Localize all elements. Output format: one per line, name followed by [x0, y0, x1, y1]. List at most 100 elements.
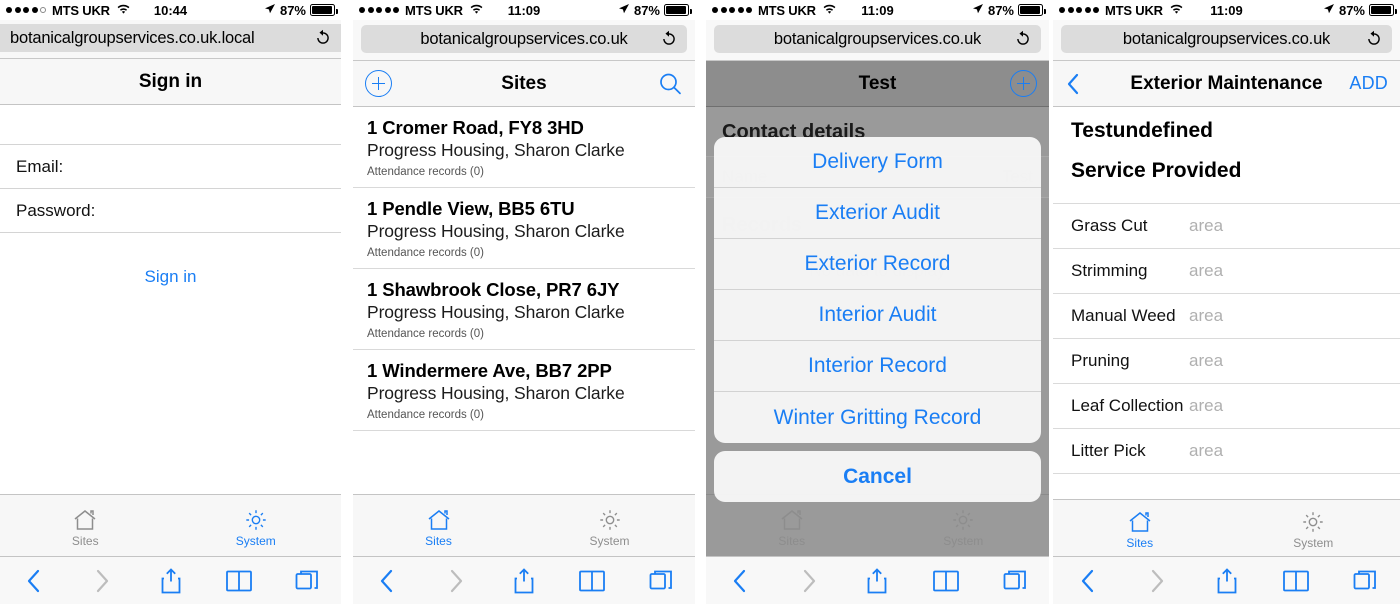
- tab-system[interactable]: System: [524, 495, 695, 556]
- site-attendance-count: Attendance records (0): [367, 247, 484, 259]
- service-area-input[interactable]: [1189, 351, 1400, 371]
- url-field[interactable]: botanicalgroupservices.co.uk: [714, 25, 1041, 53]
- list-item[interactable]: 1 Cromer Road, FY8 3HD Progress Housing,…: [353, 107, 695, 188]
- record-header: Testundefined Service Provided: [1053, 107, 1400, 183]
- service-area-input[interactable]: [1189, 441, 1400, 461]
- service-row-grass-cut[interactable]: Grass Cut: [1053, 204, 1400, 249]
- status-bar: MTS UKR 11:09 87%: [353, 0, 695, 20]
- carrier-name: MTS UKR: [52, 2, 110, 18]
- tabs-icon[interactable]: [273, 568, 341, 594]
- service-rows: Grass Cut Strimming Manual Weed Pruning …: [1053, 203, 1400, 474]
- wifi-icon: [469, 3, 484, 18]
- tab-system[interactable]: System: [1227, 500, 1400, 556]
- battery-percent: 87%: [1338, 2, 1365, 18]
- service-area-input[interactable]: [1189, 216, 1400, 236]
- reload-icon[interactable]: [660, 30, 678, 48]
- status-bar-left: MTS UKR: [712, 3, 837, 18]
- cancel-button[interactable]: Cancel: [714, 451, 1041, 502]
- safari-toolbar: [353, 556, 695, 604]
- book-icon[interactable]: [558, 568, 626, 594]
- service-row-manual-weed[interactable]: Manual Weed: [1053, 294, 1400, 339]
- screenshot-stage: MTS UKR 10:44 87% botanicalgroupservices…: [0, 0, 1400, 604]
- battery-icon: [664, 4, 692, 16]
- url-field[interactable]: botanicalgroupservices.co.uk.local: [0, 24, 341, 52]
- carrier-name: MTS UKR: [405, 2, 463, 18]
- tab-sites[interactable]: Sites: [1053, 500, 1227, 556]
- browser-back-button[interactable]: [706, 567, 775, 595]
- add-button[interactable]: ADD: [1349, 73, 1388, 94]
- carrier-name: MTS UKR: [758, 2, 816, 18]
- email-input[interactable]: [69, 156, 325, 177]
- url-text: botanicalgroupservices.co.uk: [1122, 29, 1331, 48]
- list-item[interactable]: 1 Pendle View, BB5 6TU Progress Housing,…: [353, 188, 695, 269]
- share-icon[interactable]: [490, 567, 558, 595]
- site-address: 1 Cromer Road, FY8 3HD: [367, 117, 584, 138]
- email-field-row[interactable]: Email:: [0, 145, 341, 189]
- tab-sites-label: Sites: [71, 533, 99, 548]
- tab-system[interactable]: System: [171, 495, 342, 556]
- safari-toolbar: [706, 556, 1049, 604]
- tab-sites[interactable]: Sites: [0, 495, 171, 556]
- book-icon[interactable]: [1261, 568, 1330, 594]
- signal-strength-dots: [1059, 7, 1099, 13]
- reload-icon[interactable]: [1014, 30, 1032, 48]
- panel-gutter-1: [341, 0, 353, 604]
- service-label: Grass Cut: [1071, 216, 1148, 235]
- list-item[interactable]: 1 Shawbrook Close, PR7 6JY Progress Hous…: [353, 269, 695, 350]
- url-field[interactable]: botanicalgroupservices.co.uk: [361, 25, 687, 53]
- tabs-icon[interactable]: [980, 568, 1049, 594]
- site-attendance-count: Attendance records (0): [367, 328, 484, 340]
- app-navbar: Sign in: [0, 59, 341, 105]
- page-title: Sign in: [138, 70, 203, 92]
- url-field[interactable]: botanicalgroupservices.co.uk: [1061, 25, 1392, 53]
- service-row-litter-pick[interactable]: Litter Pick: [1053, 429, 1400, 474]
- book-icon[interactable]: [205, 568, 273, 594]
- tab-system-label: System: [589, 533, 630, 548]
- sheet-option-interior-record[interactable]: Interior Record: [714, 341, 1041, 392]
- battery-icon: [1018, 4, 1046, 16]
- battery-icon: [310, 4, 338, 16]
- record-spacer: [1053, 183, 1400, 203]
- tab-sites[interactable]: Sites: [353, 495, 524, 556]
- password-field-row[interactable]: Password:: [0, 189, 341, 233]
- service-row-leaf-collection[interactable]: Leaf Collection: [1053, 384, 1400, 429]
- list-item[interactable]: 1 Windermere Ave, BB7 2PP Progress Housi…: [353, 350, 695, 431]
- reload-icon[interactable]: [1365, 30, 1383, 48]
- back-button[interactable]: [1065, 71, 1089, 97]
- tabs-icon[interactable]: [627, 568, 695, 594]
- browser-back-button[interactable]: [353, 567, 421, 595]
- sheet-option-exterior-record[interactable]: Exterior Record: [714, 239, 1041, 290]
- service-area-input[interactable]: [1189, 396, 1400, 416]
- sheet-option-winter-gritting-record[interactable]: Winter Gritting Record: [714, 392, 1041, 443]
- battery-percent: 87%: [279, 2, 306, 18]
- search-button[interactable]: [657, 71, 683, 97]
- password-input[interactable]: [101, 200, 325, 221]
- tab-sites[interactable]: Sites: [706, 495, 878, 556]
- book-icon[interactable]: [912, 568, 981, 594]
- panel-gutter-2: [695, 0, 706, 604]
- reload-icon[interactable]: [314, 29, 332, 47]
- signal-strength-dots: [359, 7, 399, 13]
- service-row-pruning[interactable]: Pruning: [1053, 339, 1400, 384]
- share-icon[interactable]: [843, 567, 912, 595]
- browser-back-button[interactable]: [0, 567, 68, 595]
- safari-urlbar-container: botanicalgroupservices.co.uk: [1053, 20, 1400, 61]
- record-heading: Testundefined: [1071, 119, 1213, 142]
- sign-in-button[interactable]: Sign in: [145, 267, 197, 286]
- status-bar: MTS UKR 11:09 87%: [706, 0, 1049, 20]
- service-area-input[interactable]: [1189, 306, 1400, 326]
- site-client: Progress Housing, Sharon Clarke: [367, 140, 625, 160]
- tabs-icon[interactable]: [1331, 568, 1400, 594]
- service-area-input[interactable]: [1189, 261, 1400, 281]
- share-icon[interactable]: [136, 567, 204, 595]
- share-icon[interactable]: [1192, 567, 1261, 595]
- safari-urlbar-container: botanicalgroupservices.co.uk: [706, 20, 1049, 61]
- add-site-button[interactable]: [365, 70, 392, 97]
- tab-system[interactable]: System: [878, 495, 1050, 556]
- sheet-option-delivery-form[interactable]: Delivery Form: [714, 137, 1041, 188]
- sheet-option-exterior-audit[interactable]: Exterior Audit: [714, 188, 1041, 239]
- service-row-strimming[interactable]: Strimming: [1053, 249, 1400, 294]
- browser-back-button[interactable]: [1053, 567, 1122, 595]
- sheet-option-interior-audit[interactable]: Interior Audit: [714, 290, 1041, 341]
- add-record-button[interactable]: [1010, 70, 1037, 97]
